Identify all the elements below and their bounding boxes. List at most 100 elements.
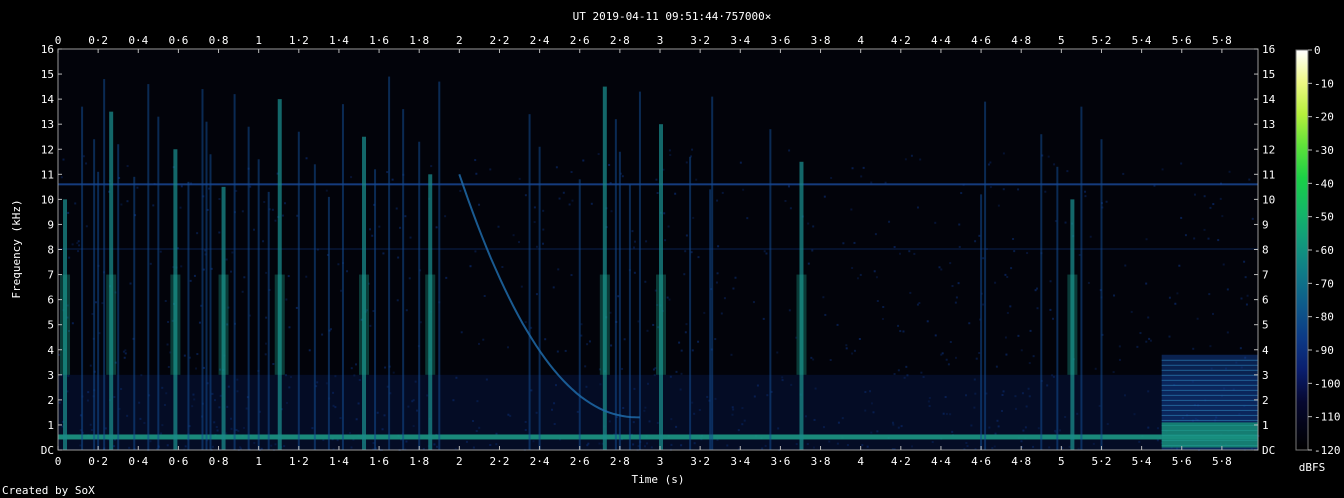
noise-speck: [859, 273, 862, 276]
noise-speck: [533, 221, 536, 224]
noise-speck: [692, 216, 695, 219]
x-tick-label-top: 1·4: [329, 34, 349, 47]
y-tick-label-left: 13: [41, 118, 54, 131]
noise-speck: [78, 244, 81, 247]
noise-speck: [675, 370, 678, 373]
x-tick-label-bottom: 1·4: [329, 455, 349, 468]
noise-speck: [836, 323, 839, 326]
y-tick-label-right: 4: [1262, 344, 1269, 357]
noise-speck: [164, 300, 167, 303]
noise-speck: [893, 372, 896, 375]
noise-speck: [893, 246, 896, 249]
noise-speck: [74, 202, 77, 205]
tone-line: [1161, 384, 1258, 386]
vertical-burst: [1080, 106, 1083, 451]
noise-speck: [124, 349, 127, 352]
vertical-burst: [538, 146, 541, 450]
noise-speck: [167, 320, 170, 323]
noise-speck: [1029, 329, 1032, 332]
noise-speck: [788, 149, 791, 152]
x-tick-label-top: 2·2: [490, 34, 510, 47]
noise-speck: [1017, 188, 1020, 191]
vertical-burst: [689, 156, 692, 451]
y-tick-label-left: 16: [41, 43, 54, 56]
noise-speck: [283, 202, 286, 205]
noise-speck: [926, 320, 929, 323]
noise-speck: [1239, 347, 1242, 350]
noise-speck: [860, 175, 863, 178]
colorbar-tick-label: -30: [1314, 144, 1334, 157]
x-tick-label-top: 0: [55, 34, 62, 47]
noise-speck: [978, 234, 981, 237]
noise-speck: [557, 268, 560, 271]
noise-speck: [198, 321, 201, 324]
noise-speck: [325, 189, 328, 192]
noise-speck: [152, 204, 155, 207]
y-tick-label-left: 15: [41, 68, 54, 81]
colorbar-tick-label: -100: [1314, 377, 1341, 390]
y-tick-label-right: 10: [1262, 193, 1275, 206]
noise-speck: [951, 284, 954, 287]
noise-speck: [680, 372, 683, 375]
x-tick-label-top: 3·4: [730, 34, 750, 47]
x-tick-label-top: 1: [255, 34, 262, 47]
noise-speck: [876, 300, 879, 303]
noise-speck: [1113, 294, 1116, 297]
noise-speck: [714, 338, 717, 341]
y-tick-label-right: 3: [1262, 369, 1269, 382]
noise-speck: [776, 351, 779, 354]
noise-speck: [881, 317, 884, 320]
noise-speck: [851, 352, 854, 355]
noise-speck: [1212, 203, 1215, 206]
noise-speck: [586, 343, 589, 346]
noise-speck: [196, 353, 199, 356]
vertical-burst: [233, 94, 236, 451]
noise-speck: [807, 222, 810, 225]
noise-speck: [853, 349, 856, 352]
y-tick-label-left: 10: [41, 193, 54, 206]
noise-speck: [478, 203, 481, 206]
burst-core: [599, 274, 610, 375]
noise-speck: [899, 330, 902, 333]
vertical-burst: [1100, 139, 1103, 450]
noise-speck: [82, 155, 85, 158]
x-tick-label-bottom: 4·2: [891, 455, 911, 468]
noise-speck: [445, 276, 448, 279]
noise-speck: [765, 252, 768, 255]
burst-core: [274, 274, 285, 375]
noise-speck: [183, 354, 186, 357]
vertical-burst: [388, 76, 391, 450]
noise-speck: [1028, 362, 1031, 365]
noise-speck: [669, 154, 672, 157]
tone-line: [1161, 419, 1258, 421]
burst-core: [170, 274, 181, 375]
noise-speck: [475, 172, 478, 175]
noise-speck: [582, 159, 585, 162]
colorbar-tick-label: -80: [1314, 311, 1334, 324]
noise-speck: [716, 272, 719, 275]
noise-speck: [1193, 193, 1196, 196]
noise-speck: [101, 302, 104, 305]
noise-speck: [904, 158, 907, 161]
horizontal-tone: [58, 183, 1258, 186]
noise-speck: [1004, 336, 1007, 339]
vertical-burst: [578, 179, 581, 450]
y-tick-label-right: 5: [1262, 319, 1269, 332]
x-tick-label-top: 2·4: [530, 34, 550, 47]
noise-speck: [1147, 316, 1150, 319]
noise-speck: [1228, 170, 1231, 173]
noise-speck: [789, 207, 792, 210]
x-tick-label-bottom: 3·2: [690, 455, 710, 468]
noise-speck: [1248, 178, 1251, 181]
noise-speck: [474, 250, 477, 253]
noise-speck: [384, 366, 387, 369]
noise-speck: [483, 295, 486, 298]
noise-speck: [1094, 367, 1097, 370]
noise-speck: [120, 203, 123, 206]
noise-speck: [533, 206, 536, 209]
noise-speck: [520, 285, 523, 288]
noise-speck: [850, 208, 853, 211]
x-tick-label-bottom: 2·2: [490, 455, 510, 468]
noise-speck: [644, 280, 647, 283]
noise-speck: [166, 343, 169, 346]
